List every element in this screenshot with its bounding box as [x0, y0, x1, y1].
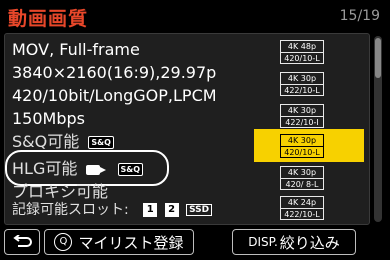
detail-bitrate: 150Mbps: [12, 109, 85, 128]
header: 動画画質 15/19: [0, 0, 390, 30]
detail-codec: 420/10bit/LongGOP,LPCM: [12, 86, 217, 105]
slot2-icon: 2: [164, 203, 179, 217]
hlg-label: HLG可能: [12, 159, 78, 178]
slot-icons: 1 2 SSD: [143, 202, 213, 218]
code-top: 4K 30p: [287, 168, 317, 177]
slot1-icon: 1: [143, 203, 158, 217]
mylist-label: マイリスト登録: [78, 233, 184, 252]
camera-icon: [86, 164, 107, 175]
detail-format: MOV, Full-frame: [12, 40, 140, 59]
code-bottom: 420/10-L: [281, 52, 323, 64]
code-item[interactable]: 4K 30p 422/10-I: [280, 104, 324, 128]
detail-resolution: 3840×2160(16:9),29.97p: [12, 63, 217, 82]
hlg-row: HLG可能 S&Q: [12, 155, 144, 179]
code-bottom: 422/10-L: [281, 84, 323, 96]
code-bottom: 420/ 8-L: [281, 178, 323, 190]
mylist-button[interactable]: Q マイリスト登録: [44, 229, 194, 255]
page-title: 動画画質: [8, 8, 89, 30]
code-bottom: 420/10-L: [281, 146, 323, 158]
code-item[interactable]: 4K 24p 422/10-L: [280, 196, 324, 220]
slots-row: 記録可能スロット: 1 2 SSD: [12, 199, 213, 219]
code-bottom: 422/10-I: [281, 116, 323, 128]
code-top: 4K 48p: [287, 42, 317, 51]
return-icon: [13, 235, 32, 247]
hlg-sq-tag: S&Q: [117, 163, 144, 176]
ssd-icon: SSD: [186, 204, 213, 216]
sq-tag: S&Q: [88, 136, 114, 149]
sq-label: S&Q可能: [12, 132, 80, 151]
sq-row: S&Q可能 S&Q: [12, 128, 114, 152]
code-item[interactable]: 4K 30p 420/ 8-L: [280, 166, 324, 190]
scrollbar-thumb[interactable]: [375, 38, 381, 78]
back-button[interactable]: [4, 229, 40, 255]
code-item[interactable]: 4K 48p 420/10-L: [280, 40, 324, 64]
code-item[interactable]: 4K 30p 422/10-L: [280, 72, 324, 96]
code-item-selected[interactable]: 4K 30p 420/10-L: [280, 134, 324, 158]
code-top: 4K 30p: [287, 106, 317, 115]
code-top: 4K 24p: [287, 198, 317, 207]
narrow-label: 絞り込み: [279, 233, 340, 252]
narrow-button[interactable]: DISP. 絞り込み: [232, 229, 356, 255]
q-key-icon: Q: [54, 233, 73, 251]
disp-key-label: DISP.: [248, 235, 278, 249]
slots-label: 記録可能スロット:: [12, 202, 129, 218]
page-counter: 15/19: [339, 8, 380, 24]
code-bottom: 422/10-L: [281, 208, 323, 220]
code-top: 4K 30p: [287, 74, 317, 83]
code-top: 4K 30p: [287, 136, 317, 145]
